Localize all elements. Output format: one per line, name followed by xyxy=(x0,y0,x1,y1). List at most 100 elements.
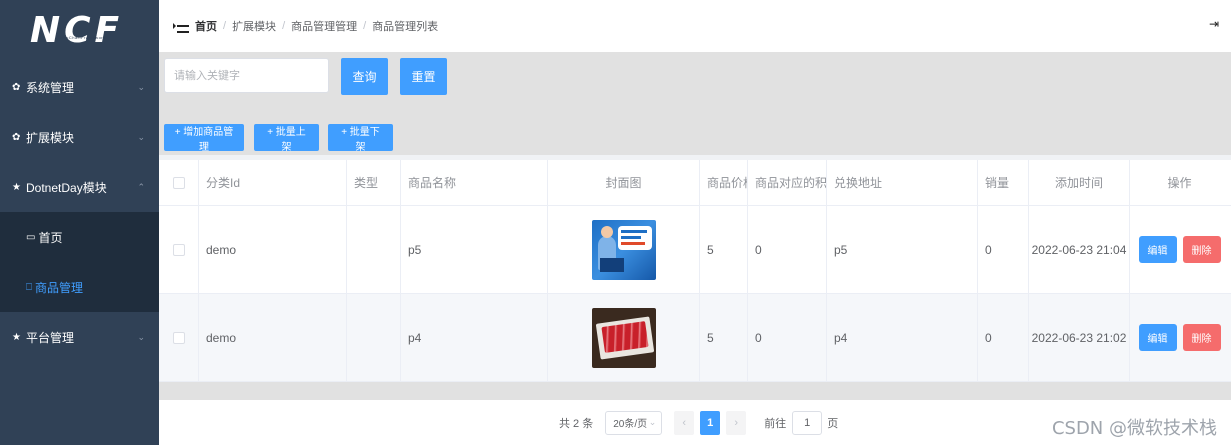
column-header: 分类Id xyxy=(199,160,347,205)
cell-cover xyxy=(548,294,700,381)
bookmark-icon: ⎕ xyxy=(26,281,32,293)
sidebar-item-extensions[interactable]: ✿ 扩展模块 ⌄ xyxy=(0,112,159,162)
prev-page-button[interactable]: ‹ xyxy=(674,410,695,435)
column-header: 商品名称 xyxy=(401,160,548,205)
goto-label: 前往 xyxy=(764,417,787,430)
logo-mark: NCF NeoCharfFramework xyxy=(30,11,130,51)
gear-icon: ✿ xyxy=(12,131,21,143)
goto-suffix: 页 xyxy=(827,417,839,430)
column-header: 操作 xyxy=(1167,176,1192,190)
goto-page-input[interactable] xyxy=(792,410,823,435)
sidebar-subitem-label: 商品管理 xyxy=(35,280,84,295)
star-icon: ★ xyxy=(12,181,21,193)
chevron-down-icon: ⌄ xyxy=(137,331,145,342)
cell-ops: 编辑 删除 xyxy=(1130,206,1229,293)
cell-name: p4 xyxy=(401,294,548,381)
cell-type xyxy=(347,294,401,381)
table-row: demo p4 5 0 p4 0 2022-06-23 21:02 编辑 删除 xyxy=(159,294,1231,382)
breadcrumb-separator: / xyxy=(282,20,286,32)
cell-price: 5 xyxy=(700,294,748,381)
cover-image[interactable] xyxy=(591,307,656,368)
cell-ops: 编辑 删除 xyxy=(1130,294,1229,381)
cell-time: 2022-06-23 21:02 xyxy=(1029,294,1130,381)
row-select[interactable] xyxy=(159,294,199,381)
page-number-button[interactable]: 1 xyxy=(700,410,721,435)
edit-button[interactable]: 编辑 xyxy=(1138,324,1177,351)
cell-sales: 0 xyxy=(978,206,1029,293)
cell-time: 2022-06-23 21:04 xyxy=(1029,206,1130,293)
product-table: 分类Id 类型 商品名称 封面图 商品价格 商品对应的积分 兑换地址 销量 添加… xyxy=(159,160,1231,382)
header: 首页 / 扩展模块 / 商品管理管理 / 商品管理列表 ⇥ xyxy=(159,0,1231,52)
sidebar-item-label: DotnetDay模块 xyxy=(26,180,107,195)
row-select[interactable] xyxy=(159,206,199,293)
checkbox[interactable] xyxy=(172,243,185,256)
delete-button[interactable]: 删除 xyxy=(1182,236,1221,263)
sidebar: NCF NeoCharfFramework ✿ 系统管理 ⌄ ✿ 扩展模块 ⌄ … xyxy=(0,0,159,445)
header-select-all[interactable] xyxy=(159,160,199,205)
chevron-up-icon: ⌃ xyxy=(137,181,145,192)
chevron-down-icon: ⌄ xyxy=(137,131,145,142)
column-header: 类型 xyxy=(347,160,401,205)
column-header: 封面图 xyxy=(548,160,700,205)
cell-address: p5 xyxy=(827,206,978,293)
gear-icon: ✿ xyxy=(12,81,21,93)
menu-toggle-icon[interactable] xyxy=(173,19,189,33)
sidebar-item-dotnetday[interactable]: ★ DotnetDay模块 ⌃ xyxy=(0,162,159,212)
cell-points: 0 xyxy=(748,206,827,293)
checkbox[interactable] xyxy=(172,331,185,344)
column-header: 兑换地址 xyxy=(827,160,978,205)
reset-button[interactable]: 重置 xyxy=(400,58,447,95)
sidebar-item-label: 扩展模块 xyxy=(26,130,75,145)
logo[interactable]: NCF NeoCharfFramework xyxy=(0,0,159,62)
search-input[interactable] xyxy=(164,58,329,93)
breadcrumb-item[interactable]: 首页 xyxy=(195,18,217,34)
sidebar-subitem-products[interactable]: ⎕ 商品管理 xyxy=(0,262,159,312)
cell-name: p5 xyxy=(401,206,548,293)
logo-text: NCF xyxy=(30,10,124,51)
chevron-down-icon: ⌄ xyxy=(137,81,145,92)
breadcrumb-item: 商品管理列表 xyxy=(372,21,439,33)
checkbox[interactable] xyxy=(172,176,185,189)
breadcrumb-item: 商品管理管理 xyxy=(291,21,358,33)
sidebar-item-system[interactable]: ✿ 系统管理 ⌄ xyxy=(0,62,159,112)
column-header: 商品价格 xyxy=(700,160,748,205)
sidebar-item-label: 系统管理 xyxy=(26,80,75,95)
cell-category: demo xyxy=(199,206,347,293)
cell-sales: 0 xyxy=(978,294,1029,381)
pagination-total: 共 2 条 xyxy=(559,417,594,430)
table-row: demo p5 5 0 p5 0 2022-06-23 21:04 编辑 删除 xyxy=(159,206,1231,294)
cell-price: 5 xyxy=(700,206,748,293)
toolbar: 查询 重置 + 增加商品管理 + 批量上架 + 批量下架 xyxy=(159,52,1231,155)
watermark: CSDN @微软技术栈 xyxy=(1051,418,1217,439)
batch-delist-button[interactable]: + 批量下架 xyxy=(328,124,393,153)
chevron-down-icon: ⌄ xyxy=(648,417,657,427)
column-header: 商品对应的积分 xyxy=(748,160,827,205)
cover-image[interactable] xyxy=(591,219,656,280)
next-page-button[interactable]: › xyxy=(726,410,747,435)
cell-category: demo xyxy=(199,294,347,381)
edit-button[interactable]: 编辑 xyxy=(1138,236,1177,263)
horizontal-scrollbar[interactable] xyxy=(159,382,1231,400)
main-content: 查询 重置 + 增加商品管理 + 批量上架 + 批量下架 分类Id 类型 商品名… xyxy=(159,52,1231,445)
cell-type xyxy=(347,206,401,293)
logo-subtitle: NeoCharfFramework xyxy=(60,35,106,40)
cell-cover xyxy=(548,206,700,293)
cell-points: 0 xyxy=(748,294,827,381)
sidebar-item-platform[interactable]: ★ 平台管理 ⌄ xyxy=(0,312,159,362)
breadcrumb-separator: / xyxy=(223,20,227,32)
batch-list-button[interactable]: + 批量上架 xyxy=(254,124,319,153)
sidebar-item-label: 平台管理 xyxy=(26,330,75,345)
column-header: 销量 xyxy=(978,160,1029,205)
logout-icon[interactable]: ⇥ xyxy=(1209,17,1219,31)
table-header: 分类Id 类型 商品名称 封面图 商品价格 商品对应的积分 兑换地址 销量 添加… xyxy=(159,160,1231,206)
breadcrumb-item: 扩展模块 xyxy=(232,21,277,33)
query-button[interactable]: 查询 xyxy=(341,58,388,95)
delete-button[interactable]: 删除 xyxy=(1182,324,1221,351)
add-product-button[interactable]: + 增加商品管理 xyxy=(164,124,244,153)
page-size-select[interactable]: 20条/页 ⌄ xyxy=(605,410,663,435)
sidebar-subitem-home[interactable]: ▭ 首页 xyxy=(0,212,159,262)
column-header: 添加时间 xyxy=(1029,160,1130,205)
cell-address: p4 xyxy=(827,294,978,381)
monitor-icon: ▭ xyxy=(26,231,36,243)
sidebar-subitem-label: 首页 xyxy=(38,230,63,245)
